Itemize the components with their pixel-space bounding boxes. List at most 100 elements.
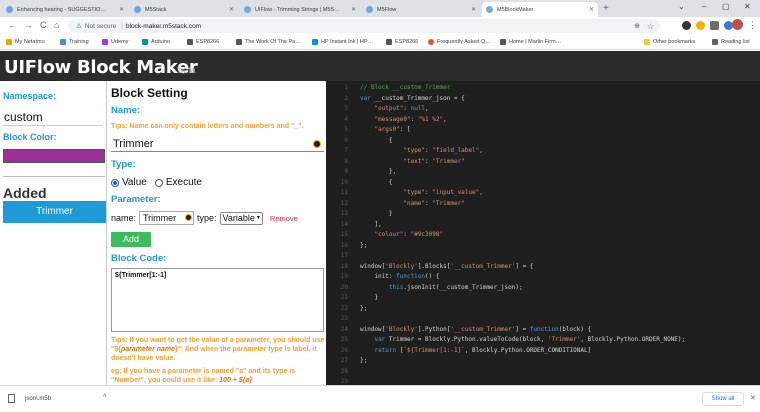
reload-button[interactable]: C — [40, 20, 47, 30]
block-code-textarea[interactable]: ${Trimmer[1:-1] — [111, 268, 324, 332]
bookmark-item[interactable]: Training — [60, 39, 89, 45]
bookmark-item[interactable]: Arduino — [142, 39, 170, 45]
bookmark-item[interactable]: Reading list — [712, 39, 750, 45]
password-manager-icon[interactable] — [313, 140, 321, 148]
block-name-value: Trimmer — [113, 138, 154, 150]
bookmark-star-icon[interactable]: ☆ — [647, 22, 654, 31]
bookmark-item[interactable]: The Work Of The Pa… — [236, 39, 301, 45]
close-tab-icon[interactable]: ✕ — [351, 6, 356, 13]
line-number: 24 — [340, 325, 348, 333]
code-text: "text": "Trimmer" — [403, 157, 465, 165]
param-name-value: Trimmer — [143, 213, 177, 223]
code-text: var Trimmer = Blockly.Python.valueToCode… — [374, 336, 686, 343]
param-type-select[interactable]: Variable ▾ — [219, 211, 263, 225]
bookmark-item[interactable]: My Netatmo — [6, 39, 45, 45]
added-block-item[interactable]: Trimmer — [3, 201, 106, 223]
code-line: 16}; — [326, 241, 760, 252]
bookmark-icon — [386, 39, 392, 45]
browser-tab-active[interactable]: M5BlockMaker ✕ — [482, 2, 598, 17]
bookmark-label: Home | Marlin Firm… — [509, 39, 562, 45]
password-manager-icon[interactable] — [185, 214, 193, 221]
file-icon — [8, 394, 15, 403]
code-line: 24 window['Blockly'].Python['__custom_Tri… — [326, 325, 760, 336]
code-text: }, — [360, 168, 397, 175]
bookmark-label: The Work Of The Pa… — [245, 39, 301, 45]
param-name-input[interactable]: Trimmer — [139, 211, 195, 225]
block-code-label: Block Code: — [111, 253, 167, 264]
extension-icon[interactable] — [696, 21, 705, 30]
chevron-up-icon[interactable]: ^ — [103, 394, 106, 401]
security-status: Not secure — [84, 22, 117, 30]
bookmark-item[interactable]: HP Instant Ink | HP… — [312, 39, 373, 45]
code-text: this.jsonInit(__custom_Trimmer_json); — [388, 283, 523, 291]
home-button[interactable]: ⌂ — [54, 20, 59, 30]
tip-emphasis: 100 + ${a} — [219, 377, 253, 384]
line-number: 13 — [340, 210, 348, 217]
address-bar[interactable]: ⚠ Not secure | block-maker.m5stack.com ⊕… — [68, 19, 660, 33]
close-tab-icon[interactable]: ✕ — [229, 6, 234, 13]
added-title: Added — [3, 185, 47, 201]
zoom-icon[interactable]: ⊕ — [634, 22, 640, 30]
bookmark-label: Reading list — [721, 39, 750, 45]
browser-tab[interactable]: M5Flow ✕ — [362, 2, 480, 17]
show-all-button[interactable]: Show all — [702, 392, 744, 406]
extensions-puzzle-icon[interactable] — [710, 21, 719, 30]
extension-icon[interactable] — [682, 21, 691, 30]
tab-title: UIFlow - Trimming Strings | M5S… — [255, 6, 340, 13]
code-line: 8 "text": "Trimmer" — [326, 157, 760, 168]
param-name-label: name: — [111, 213, 137, 223]
block-name-input[interactable]: Trimmer — [111, 136, 324, 152]
bookmark-label: HP Instant Ink | HP… — [321, 39, 374, 45]
close-tab-icon[interactable]: ✕ — [589, 6, 594, 13]
close-tab-icon[interactable]: ✕ — [471, 6, 476, 13]
bookmark-item[interactable]: ESP8266 — [187, 39, 219, 45]
example-tip: eg: If you have a parameter is named "a"… — [111, 367, 326, 385]
close-icon[interactable]: ✕ — [750, 394, 756, 402]
namespace-input[interactable]: custom — [3, 108, 103, 126]
new-tab-button[interactable]: + — [603, 3, 609, 14]
code-text: "type": "input_value", — [403, 189, 483, 196]
browser-tab[interactable]: UIFlow - Trimming Strings | M5S… ✕ — [240, 2, 360, 17]
bookmark-item[interactable]: ESP8266 — [386, 39, 418, 45]
close-window-button[interactable]: ✕ — [744, 2, 751, 11]
add-parameter-button[interactable]: Add — [111, 232, 151, 247]
line-number: 8 — [344, 157, 348, 165]
code-text: "output": null, — [374, 105, 429, 112]
code-text: { — [360, 136, 393, 144]
code-line: 27}; — [326, 356, 760, 367]
bookmark-item[interactable]: Frequently Asked Q… — [428, 39, 491, 45]
line-number: 3 — [344, 105, 348, 112]
code-editor[interactable]: 1 // Block __custom_Trimmer 2 var __custom_… — [326, 81, 760, 385]
left-sidebar: Namespace: custom Block Color: Added Tri… — [0, 81, 107, 385]
profile-avatar[interactable] — [732, 19, 743, 30]
bookmark-label: Arduino — [151, 39, 170, 45]
back-button[interactable]: ← — [8, 20, 17, 30]
forward-button[interactable]: → — [24, 20, 33, 30]
line-number: 23 — [340, 315, 348, 322]
browser-menu-icon[interactable]: ⋮ — [748, 20, 757, 31]
minimize-button[interactable]: – — [702, 2, 706, 11]
type-value-radio[interactable] — [111, 178, 119, 187]
type-value-label: Value — [122, 177, 147, 188]
maximize-button[interactable]: ▢ — [722, 2, 730, 11]
type-execute-radio[interactable] — [154, 178, 163, 187]
code-text: "colour": "#9c3098" — [374, 231, 444, 238]
close-tab-icon[interactable]: ✕ — [119, 6, 124, 13]
bookmark-icon — [500, 39, 506, 45]
browser-toolbar: ← → C ⌂ ⚠ Not secure | block-maker.m5sta… — [0, 17, 760, 35]
code-text: var __custom_Trimmer_json = { — [360, 94, 465, 102]
block-color-picker[interactable] — [3, 149, 105, 163]
app-header: UIFlow Block Maker beta — [0, 51, 760, 81]
bookmark-item[interactable]: Udemy — [102, 39, 128, 45]
remove-parameter-link[interactable]: Remove — [270, 214, 298, 223]
code-text: } — [360, 294, 379, 301]
code-text: window['Blockly'].Blocks['__custom_Trimm… — [360, 262, 534, 270]
browser-tab[interactable]: M5Stack ✕ — [130, 2, 238, 17]
code-line: 5 "args0": [ — [326, 125, 760, 136]
tab-search-icon[interactable]: ⌄ — [678, 2, 685, 11]
browser-tab[interactable]: Enhancing hearing - SUGGESTIO… ✕ — [2, 2, 128, 17]
download-item[interactable]: json\.m5b — [8, 394, 51, 403]
code-line: 22}; — [326, 304, 760, 315]
bookmark-item[interactable]: Other bookmarks — [644, 39, 695, 45]
bookmark-item[interactable]: Home | Marlin Firm… — [500, 39, 561, 45]
